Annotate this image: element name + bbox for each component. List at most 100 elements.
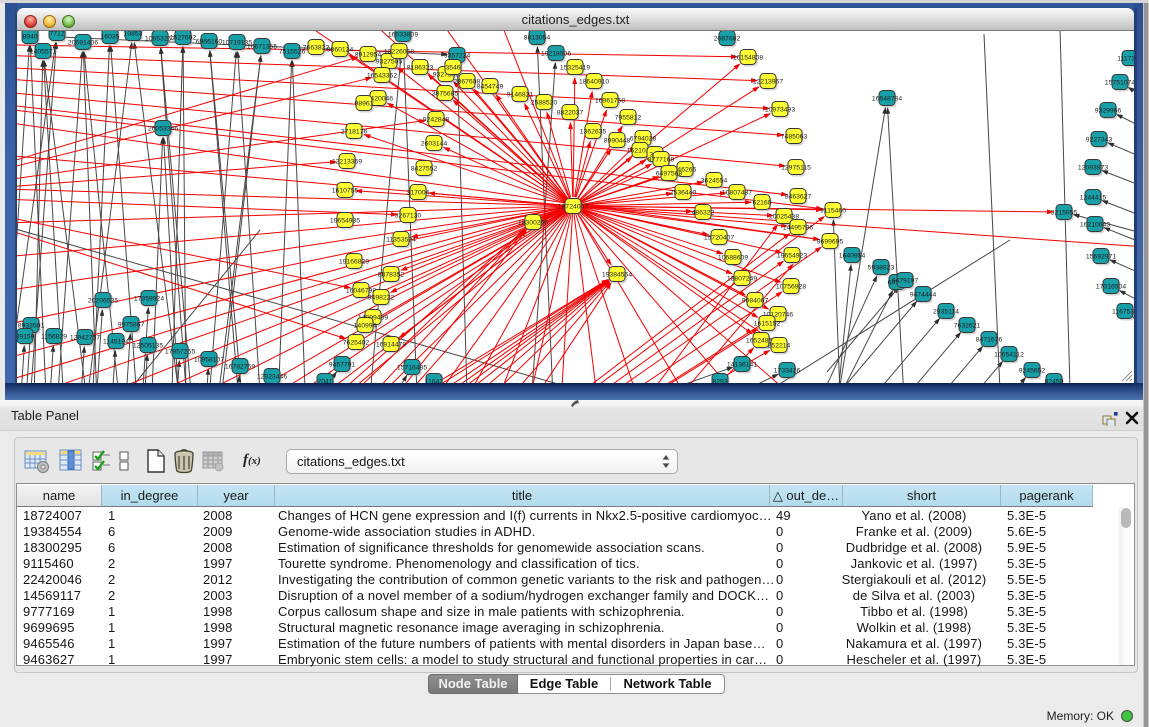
svg-text:20691406: 20691406 xyxy=(68,39,98,46)
svg-text:6966160: 6966160 xyxy=(196,38,223,45)
svg-text:82450: 82450 xyxy=(1045,378,1064,383)
svg-text:3546: 3546 xyxy=(445,64,460,71)
svg-text:16046798: 16046798 xyxy=(346,287,376,294)
svg-text:16154808: 16154808 xyxy=(733,54,763,61)
svg-text:9457791: 9457791 xyxy=(329,361,356,368)
svg-text:8822037: 8822037 xyxy=(557,109,584,116)
svg-text:8427552: 8427552 xyxy=(411,165,438,172)
svg-text:8912954: 8912954 xyxy=(355,51,382,58)
svg-text:2087682: 2087682 xyxy=(714,35,741,42)
svg-text:7041: 7041 xyxy=(317,378,332,383)
svg-text:2718176: 2718176 xyxy=(341,128,368,135)
svg-text:15692971: 15692971 xyxy=(1086,253,1116,260)
svg-text:17359924: 17359924 xyxy=(134,295,164,302)
svg-text:5938923: 5938923 xyxy=(868,264,895,271)
svg-text:1615152: 1615152 xyxy=(754,320,781,327)
svg-text:7663822: 7663822 xyxy=(303,44,330,51)
svg-text:1527602: 1527602 xyxy=(170,34,197,41)
svg-text:3215955: 3215955 xyxy=(1051,209,1078,216)
svg-text:15716485: 15716485 xyxy=(397,364,427,371)
svg-text:1145194: 1145194 xyxy=(103,338,129,345)
svg-text:10688609: 10688609 xyxy=(718,254,748,261)
svg-text:252214: 252214 xyxy=(768,342,791,349)
svg-text:16961758: 16961758 xyxy=(595,97,625,104)
svg-text:8990448: 8990448 xyxy=(604,137,631,144)
svg-text:9115460: 9115460 xyxy=(820,207,846,214)
svg-text:7625402: 7625402 xyxy=(343,339,370,346)
svg-text:10958107: 10958107 xyxy=(194,356,224,363)
svg-text:39159: 39159 xyxy=(17,333,35,340)
svg-text:19166829: 19166829 xyxy=(339,258,369,265)
svg-text:18300295: 18300295 xyxy=(518,219,548,226)
svg-text:9329966: 9329966 xyxy=(1095,107,1122,114)
svg-text:6479197: 6479197 xyxy=(892,277,919,284)
svg-text:7485063: 7485063 xyxy=(781,133,808,140)
svg-text:16914479: 16914479 xyxy=(376,341,406,348)
svg-text:15325419: 15325419 xyxy=(560,64,590,71)
svg-text:19218506: 19218506 xyxy=(541,50,571,57)
svg-text:26053346: 26053346 xyxy=(148,125,178,132)
svg-text:15720407: 15720407 xyxy=(704,234,734,241)
svg-text:9463627: 9463627 xyxy=(785,193,812,200)
svg-text:1167533: 1167533 xyxy=(1112,308,1134,315)
svg-text:6497568: 6497568 xyxy=(656,170,683,177)
svg-text:19654935: 19654935 xyxy=(330,217,360,224)
svg-text:1117376: 1117376 xyxy=(1117,55,1134,62)
svg-text:3624554: 3624554 xyxy=(701,177,728,184)
svg-text:9474444: 9474444 xyxy=(910,291,937,298)
svg-text:12093873: 12093873 xyxy=(1078,164,1108,171)
svg-text:1640954: 1640954 xyxy=(839,252,866,259)
svg-text:8186323: 8186323 xyxy=(407,64,434,71)
svg-text:14136141: 14136141 xyxy=(727,361,757,368)
svg-text:16782759: 16782759 xyxy=(225,363,255,370)
svg-text:10671355: 10671355 xyxy=(247,43,277,50)
svg-text:11642: 11642 xyxy=(425,378,444,383)
svg-text:9777169: 9777169 xyxy=(648,156,675,163)
svg-text:9975867: 9975867 xyxy=(118,321,145,328)
svg-text:15751074: 15751074 xyxy=(1105,79,1134,86)
svg-text:140994: 140994 xyxy=(354,322,377,329)
svg-text:16210643: 16210643 xyxy=(1080,221,1110,228)
svg-text:18807249: 18807249 xyxy=(727,275,757,282)
svg-text:19654923: 19654923 xyxy=(777,252,807,259)
svg-text:2588520: 2588520 xyxy=(531,99,558,106)
svg-text:10853: 10853 xyxy=(124,31,143,37)
svg-text:1733426: 1733426 xyxy=(774,367,801,374)
svg-text:62160: 62160 xyxy=(753,199,772,206)
svg-text:6794028: 6794028 xyxy=(630,135,657,142)
svg-text:16035: 16035 xyxy=(101,33,120,40)
svg-text:8454749: 8454749 xyxy=(477,83,504,90)
svg-text:12942757: 12942757 xyxy=(70,334,100,341)
svg-text:10756928: 10756928 xyxy=(776,283,806,290)
svg-text:18640910: 18640910 xyxy=(579,78,609,85)
svg-text:9699695: 9699695 xyxy=(817,238,844,245)
svg-text:2536440: 2536440 xyxy=(670,189,697,196)
svg-text:8940: 8940 xyxy=(22,33,37,40)
svg-text:12213967: 12213967 xyxy=(753,78,783,85)
svg-text:317004: 317004 xyxy=(407,189,430,196)
svg-text:8293: 8293 xyxy=(712,378,727,383)
svg-text:9242848: 9242848 xyxy=(423,116,450,123)
svg-text:7632621: 7632621 xyxy=(954,322,981,329)
svg-text:10973493: 10973493 xyxy=(765,106,795,113)
svg-text:1405571: 1405571 xyxy=(30,48,57,55)
svg-text:9084067: 9084067 xyxy=(742,297,769,304)
svg-text:17016504: 17016504 xyxy=(1096,283,1126,290)
svg-text:8813054: 8813054 xyxy=(524,34,551,41)
svg-text:3875685: 3875685 xyxy=(432,90,459,97)
svg-text:16543362: 16543362 xyxy=(367,72,397,79)
svg-text:20206535: 20206535 xyxy=(88,297,118,304)
svg-text:2603144: 2603144 xyxy=(421,140,448,147)
svg-text:9146821: 9146821 xyxy=(507,91,534,98)
svg-text:12213369: 12213369 xyxy=(332,158,362,165)
svg-text:9498222: 9498222 xyxy=(368,294,395,301)
svg-text:12975115: 12975115 xyxy=(781,164,811,171)
svg-text:1362635: 1362635 xyxy=(580,128,607,135)
svg-text:8471676: 8471676 xyxy=(976,336,1003,343)
svg-text:10807487: 10807487 xyxy=(722,189,752,196)
svg-text:13226058: 13226058 xyxy=(384,48,414,55)
svg-text:9357224: 9357224 xyxy=(444,52,471,59)
svg-text:2935114: 2935114 xyxy=(933,308,959,315)
svg-text:16033809: 16033809 xyxy=(388,31,418,38)
svg-text:16648784: 16648784 xyxy=(872,95,902,102)
